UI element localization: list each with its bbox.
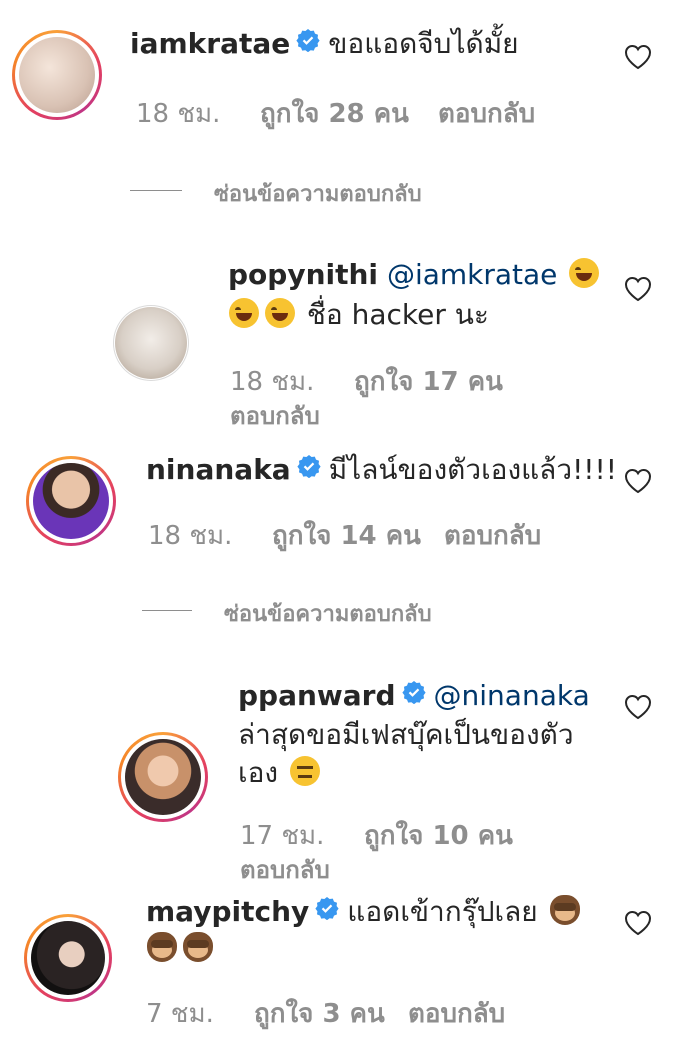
- like-count[interactable]: ถูกใจ 28 คน: [260, 98, 438, 130]
- like-heart-icon[interactable]: [624, 694, 652, 724]
- comment-text: มีไลน์ของตัวเองแล้ว!!!!: [328, 453, 617, 486]
- avatar[interactable]: [118, 732, 208, 822]
- tears-of-joy-emoji-icon: [229, 298, 259, 328]
- comment-text: ขอแอดจีบได้มั้ย: [328, 27, 519, 60]
- comment-text: แอดเข้ากรุ๊ปเลย: [347, 895, 538, 928]
- like-heart-icon[interactable]: [624, 910, 652, 940]
- username[interactable]: popynithi: [228, 258, 378, 291]
- see-no-evil-monkey-emoji-icon: [183, 932, 213, 962]
- like-count[interactable]: ถูกใจ 17 คน: [354, 366, 503, 398]
- avatar[interactable]: [24, 914, 112, 1002]
- like-count[interactable]: ถูกใจ 3 คน: [254, 998, 408, 1030]
- username[interactable]: ppanward: [238, 679, 396, 712]
- hide-replies-divider: [142, 610, 192, 611]
- verified-badge-icon: [297, 450, 321, 488]
- comment-text: ชื่อ hacker นะ: [306, 298, 489, 331]
- reply-button[interactable]: ตอบกลับ: [438, 98, 535, 130]
- avatar[interactable]: [26, 456, 116, 546]
- comment-time: 18 ชม.: [230, 367, 315, 397]
- see-no-evil-monkey-emoji-icon: [549, 895, 580, 925]
- reply-button[interactable]: ตอบกลับ: [240, 854, 330, 886]
- avatar[interactable]: [12, 30, 102, 120]
- verified-badge-icon: [315, 892, 339, 930]
- like-heart-icon[interactable]: [624, 44, 652, 74]
- like-heart-icon[interactable]: [624, 468, 652, 498]
- mention-link[interactable]: @ninanaka: [434, 679, 590, 712]
- comment-text-line2: เอง: [238, 756, 279, 789]
- verified-badge-icon: [401, 676, 426, 714]
- hide-replies-button[interactable]: ซ่อนข้อความตอบกลับ: [214, 176, 422, 211]
- avatar[interactable]: [113, 305, 189, 381]
- reply-button[interactable]: ตอบกลับ: [408, 998, 505, 1030]
- mention-link[interactable]: @iamkratae: [387, 258, 557, 291]
- reply-button[interactable]: ตอบกลับ: [230, 400, 320, 432]
- hide-replies-divider: [130, 190, 182, 191]
- comment-time: 18 ชม.: [136, 99, 221, 129]
- comment-time: 7 ชม.: [146, 999, 214, 1029]
- like-count[interactable]: ถูกใจ 10 คน: [364, 820, 513, 852]
- tears-of-joy-emoji-icon: [569, 258, 600, 288]
- tears-of-joy-emoji-icon: [265, 298, 295, 328]
- username[interactable]: iamkratae: [130, 27, 290, 60]
- comment-time: 18 ชม.: [148, 521, 233, 551]
- comment-time: 17 ชม.: [240, 821, 325, 851]
- see-no-evil-monkey-emoji-icon: [147, 932, 177, 962]
- like-heart-icon[interactable]: [624, 276, 652, 306]
- verified-badge-icon: [296, 24, 320, 62]
- username[interactable]: maypitchy: [146, 895, 309, 928]
- expressionless-emoji-icon: [289, 756, 320, 786]
- username[interactable]: ninanaka: [146, 453, 291, 486]
- reply-button[interactable]: ตอบกลับ: [444, 520, 541, 552]
- hide-replies-button[interactable]: ซ่อนข้อความตอบกลับ: [224, 596, 432, 631]
- like-count[interactable]: ถูกใจ 14 คน: [272, 520, 444, 552]
- comment-text-line1: ล่าสุดขอมีเฟสบุ๊คเป็นของตัว: [238, 718, 574, 751]
